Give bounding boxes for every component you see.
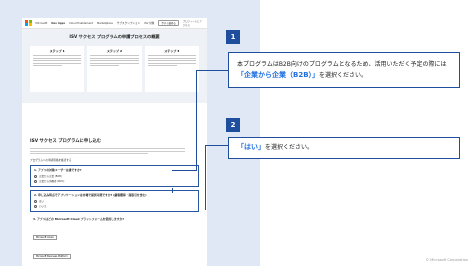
microsoft-logo-icon: [25, 19, 32, 27]
radio-icon[interactable]: [34, 179, 37, 183]
top-navigation-bar: Microsoft Dev Apps Cloud Enablement Mark…: [22, 18, 207, 29]
nav-item[interactable]: ISV 対象: [144, 21, 154, 25]
callout-box-1: 本プログラムはB2B向けのプログラムとなるため、活用いただく予定の際には「企業か…: [228, 52, 460, 88]
connector-line: [205, 200, 206, 210]
get-started-button[interactable]: 今すぐ始める: [158, 20, 179, 26]
callout-2-highlight: 「はい」: [237, 143, 265, 151]
app-name[interactable]: Dev Apps: [51, 22, 65, 25]
question-1-box: 1. アプリの対象ユーザーは誰ですか? 企業から企業 (B2B) 企業から消費者…: [30, 165, 199, 187]
nav-item[interactable]: サブスクリプション: [117, 21, 140, 25]
copyright-text: © Microsoft Corporation: [425, 258, 468, 262]
question-2-box: 2. 申し込み時点でアプリケーションは市場で提供可能ですか? (顧客獲得・商取引…: [30, 190, 199, 212]
connector-line: [205, 145, 228, 146]
callout-1-text-after: を選択ください。: [319, 72, 368, 79]
spacer: [22, 103, 207, 138]
radio-option-yes[interactable]: はい: [34, 199, 195, 203]
radio-icon[interactable]: [34, 174, 37, 178]
radio-option-b2b[interactable]: 企業から企業 (B2B): [34, 174, 195, 178]
connector-line: [205, 145, 206, 201]
platform-option[interactable]: Microsoft Azure: [33, 235, 57, 240]
callout-number-2: 2: [226, 118, 240, 132]
connector-line: [172, 170, 197, 171]
nav-item[interactable]: Marketplace: [97, 22, 113, 25]
callout-1-highlight: 「企業から企業（B2B）」: [237, 71, 320, 79]
connector-line: [196, 70, 228, 71]
question-1-title: 1. アプリの対象ユーザーは誰ですか?: [34, 168, 82, 172]
radio-icon[interactable]: [34, 199, 37, 203]
question-3-box: 3. アプリはどの Microsoft Cloud プラットフォームを使用します…: [30, 215, 199, 263]
connector-line: [196, 70, 197, 171]
callout-1-text: 本プログラムはB2B向けのプログラムとなるため、活用いただく予定の際には: [237, 61, 447, 68]
question-2-title: 2. 申し込み時点でアプリケーションは市場で提供可能ですか? (顧客獲得・商取引…: [34, 193, 147, 197]
step-card: ステップ 3: [144, 46, 199, 92]
application-screenshot: Microsoft Dev Apps Cloud Enablement Mark…: [22, 18, 207, 266]
hero-section: ISV サクセス プログラムの申請プロセスの概要 ステップ 1 ステップ 2 ス…: [22, 29, 207, 103]
step-title: ステップ 1: [49, 49, 65, 53]
connector-line: [172, 188, 173, 193]
page-title: ISV サクセス プログラムの申請プロセスの概要: [69, 34, 160, 39]
step-title: ステップ 2: [106, 49, 123, 53]
profile-link[interactable]: プロフィールにアクセス: [183, 19, 204, 27]
platform-option[interactable]: Microsoft Business Platform: [33, 254, 71, 259]
question-3-title: 3. アプリはどの Microsoft Cloud プラットフォームを使用します…: [33, 217, 124, 221]
brand-name: Microsoft: [35, 21, 48, 25]
step-card: ステップ 1: [30, 46, 85, 92]
radio-icon[interactable]: [34, 204, 37, 208]
steps-row: ステップ 1 ステップ 2 ステップ 3: [30, 46, 199, 92]
eligibility-label: プログラムへの申請資格を確認する: [30, 159, 72, 162]
radio-option-no[interactable]: いいえ: [34, 204, 195, 208]
application-form: ISV サクセス プログラムに申し込む プログラムへの申請資格を確認する 1. …: [22, 138, 207, 263]
step-title: ステップ 3: [164, 49, 180, 53]
step-card: ステップ 2: [87, 46, 142, 92]
radio-option-b2c[interactable]: 企業から消費者 (B2C): [34, 179, 195, 183]
callout-box-2: 「はい」を選択ください。: [228, 137, 460, 159]
callout-number-1: 1: [226, 30, 240, 44]
nav-item[interactable]: Cloud Enablement: [69, 22, 93, 25]
form-title: ISV サクセス プログラムに申し込む: [30, 139, 102, 144]
callout-2-text-after: を選択ください。: [265, 144, 314, 151]
